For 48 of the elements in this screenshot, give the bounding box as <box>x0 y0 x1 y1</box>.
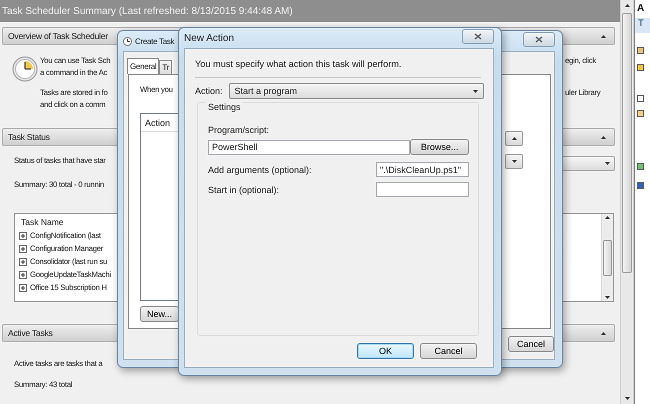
panel-title: Task Scheduler Summary (Last refreshed: 8/13/2015 9:44:48 AM) <box>0 0 620 22</box>
close-icon <box>535 36 543 42</box>
close-button[interactable] <box>462 28 494 44</box>
dialog-title: Create Task <box>135 36 174 46</box>
tab[interactable]: General <box>127 58 160 74</box>
field-label: Add arguments (optional): <box>208 164 312 174</box>
field-label: Action: <box>195 86 223 96</box>
collapse-arrow-icon <box>601 136 606 138</box>
group-title: Settings <box>206 102 243 112</box>
scrollbar[interactable] <box>601 214 613 301</box>
new-button[interactable]: New... <box>140 306 180 322</box>
down-arrow-icon <box>512 160 516 163</box>
dialog-title: New Action <box>184 32 234 44</box>
scroll-up-icon <box>624 4 630 7</box>
clock-icon <box>12 56 38 82</box>
expand-icon[interactable] <box>19 244 27 252</box>
input-field[interactable]: ".\DiskCleanUp.ps1" <box>376 162 469 177</box>
instruction-text: You must specify what action this task will perform. <box>195 59 402 69</box>
pane-title: A <box>636 3 646 14</box>
collapse-arrow-icon <box>601 34 606 38</box>
input-field[interactable]: PowerShell <box>208 140 410 154</box>
up-arrow-icon <box>512 137 516 140</box>
scroll-down-icon <box>624 397 630 400</box>
move-down-button[interactable] <box>505 154 523 169</box>
expand-icon[interactable] <box>19 270 27 278</box>
tab[interactable]: Tr <box>159 60 172 74</box>
action-dropdown[interactable]: Start a program <box>228 83 484 99</box>
pane-item[interactable]: T <box>635 18 650 33</box>
scrollbar[interactable] <box>620 0 634 404</box>
clock-icon <box>123 36 132 46</box>
ok-button[interactable]: OK <box>357 343 414 359</box>
expand-icon[interactable] <box>19 284 27 292</box>
browse-button[interactable]: Browse... <box>410 139 469 155</box>
move-up-button[interactable] <box>505 131 523 146</box>
collapse-arrow-icon <box>601 332 606 334</box>
field-label: Start in (optional): <box>208 184 280 194</box>
field-label: Program/script: <box>208 125 270 135</box>
scroll-up-icon <box>605 216 610 219</box>
expand-icon[interactable] <box>19 258 27 266</box>
cancel-button[interactable]: Cancel <box>508 336 554 352</box>
input-field[interactable] <box>376 182 469 197</box>
scroll-down-icon <box>605 296 610 299</box>
close-icon <box>474 32 482 40</box>
dropdown-arrow-icon <box>605 162 610 164</box>
close-button[interactable] <box>523 32 555 46</box>
cancel-button[interactable]: Cancel <box>420 343 477 359</box>
expand-icon[interactable] <box>19 232 27 240</box>
dropdown-arrow-icon <box>472 90 478 92</box>
